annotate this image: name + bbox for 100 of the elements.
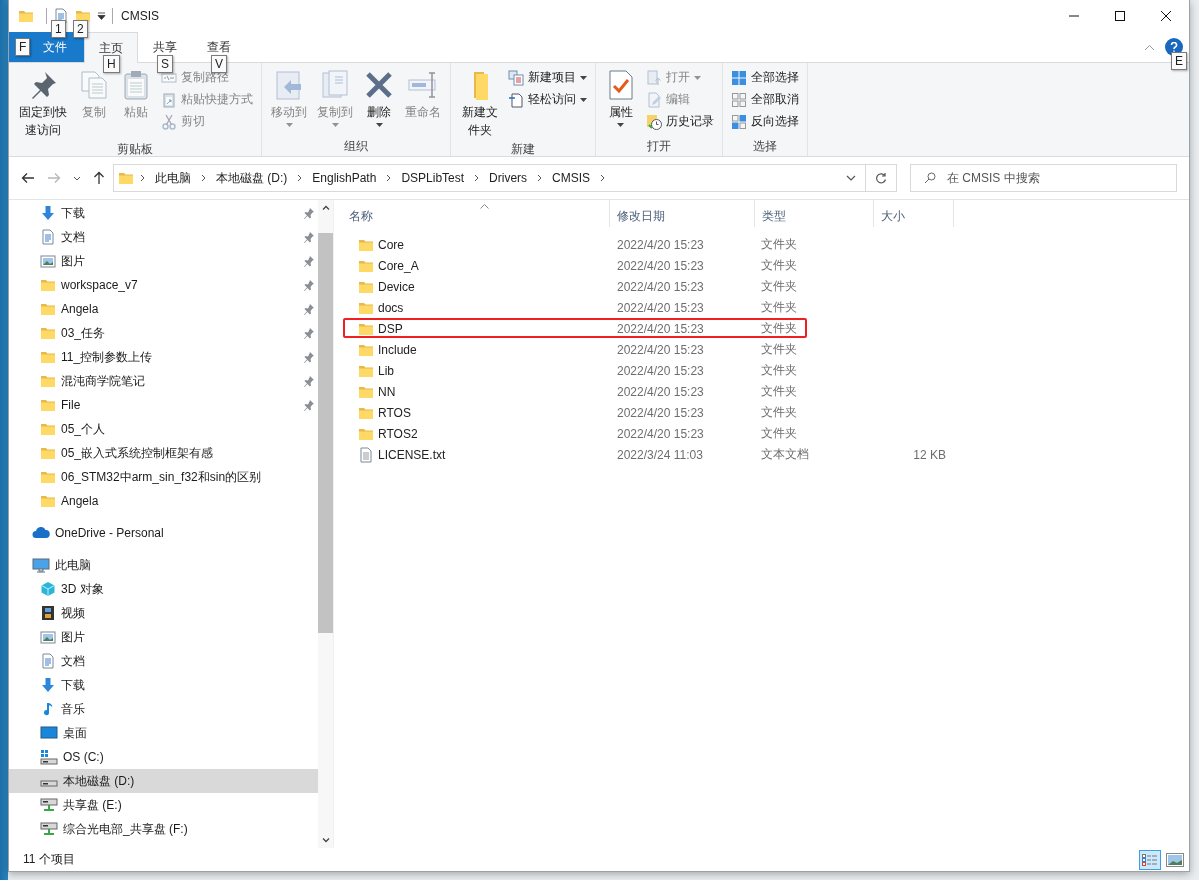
file-row[interactable]: Lib 2022/4/20 15:23 文件夹 xyxy=(342,360,1189,381)
nav-item[interactable]: 本地磁盘 (D:) xyxy=(9,769,318,793)
ribbon-button[interactable]: 历史记录 xyxy=(643,112,716,131)
breadcrumb-item[interactable]: 此电脑 xyxy=(155,169,191,187)
scroll-down-icon xyxy=(321,838,330,843)
key-tip: F xyxy=(15,38,31,56)
close-icon xyxy=(1161,11,1171,21)
file-name: LICENSE.txt xyxy=(378,447,446,462)
breadcrumb-item[interactable]: Drivers xyxy=(489,171,528,185)
file-row[interactable]: LICENSE.txt 2022/3/24 11:03 文本文档 12 KB xyxy=(342,444,1189,465)
nav-item[interactable]: 图片 xyxy=(9,249,318,273)
file-name: RTOS2 xyxy=(378,426,418,441)
monitor-icon xyxy=(32,557,50,573)
nav-item[interactable]: 下载 xyxy=(9,201,318,225)
search-field[interactable]: 在 CMSIS 中搜索 xyxy=(910,164,1177,192)
chevron-icon xyxy=(386,174,392,182)
scroll-up-icon xyxy=(321,205,330,210)
column-header[interactable]: 类型 xyxy=(755,200,874,227)
date-cell-text: 2022/4/20 15:23 xyxy=(616,321,705,336)
file-row[interactable]: docs 2022/4/20 15:23 文件夹 xyxy=(342,297,1189,318)
file-row[interactable]: RTOS 2022/4/20 15:23 文件夹 xyxy=(342,402,1189,423)
breadcrumb-item[interactable]: EnglishPath xyxy=(312,171,377,185)
up-button[interactable] xyxy=(93,171,105,185)
ribbon-button[interactable]: 新建项目 xyxy=(505,68,589,87)
cube-icon xyxy=(40,581,56,597)
chevron-icon xyxy=(201,174,206,182)
file-row[interactable]: Include 2022/4/20 15:23 文件夹 xyxy=(342,339,1189,360)
nav-item[interactable]: 此电脑 xyxy=(9,553,318,577)
nav-item[interactable]: workspace_v7 xyxy=(9,273,318,297)
ribbon-button[interactable]: 反向选择 xyxy=(728,112,801,131)
nav-item[interactable]: OS (C:) xyxy=(9,745,318,769)
screen-icon xyxy=(40,725,58,741)
new-item-icon xyxy=(507,69,524,86)
file-row[interactable]: NN 2022/4/20 15:23 文件夹 xyxy=(342,381,1189,402)
ribbon-button[interactable]: 删除 xyxy=(360,67,399,138)
ribbon-button[interactable]: 固定到快速访问 xyxy=(15,67,72,141)
scrollbar-thumb[interactable] xyxy=(318,233,333,633)
nav-item[interactable]: 3D 对象 xyxy=(9,577,318,601)
key-tip: 2 xyxy=(73,20,88,38)
nav-item[interactable]: 混沌商学院笔记 xyxy=(9,369,318,393)
ribbon-button[interactable]: 轻松访问 xyxy=(505,90,589,109)
dropdown-arrow-icon xyxy=(97,12,106,20)
date-cell-text: 2022/4/20 15:23 xyxy=(616,342,705,357)
size-cell-text: 12 KB xyxy=(912,447,946,462)
breadcrumb-item[interactable]: 本地磁盘 (D:) xyxy=(216,169,288,187)
nav-item[interactable]: 文档 xyxy=(9,225,318,249)
column-header[interactable]: 名称 xyxy=(342,200,610,227)
column-header[interactable]: 修改日期 xyxy=(610,200,755,227)
ribbon-button[interactable]: 全部取消 xyxy=(728,90,801,109)
file-row[interactable]: Core 2022/4/20 15:23 文件夹 xyxy=(342,234,1189,255)
text-file-icon xyxy=(358,446,374,463)
date-cell-text: 2022/4/20 15:23 xyxy=(616,279,705,294)
key-tip: 1 xyxy=(51,20,66,38)
file-row[interactable]: Device 2022/4/20 15:23 文件夹 xyxy=(342,276,1189,297)
question-mark-icon xyxy=(1170,42,1178,52)
nav-item[interactable]: Angela xyxy=(9,489,318,513)
nav-item[interactable]: 图片 xyxy=(9,625,318,649)
group-label: 选择 xyxy=(751,138,778,155)
arrow-up-icon xyxy=(93,171,105,185)
nav-item[interactable]: 共享盘 (E:) xyxy=(9,793,318,817)
column-header[interactable]: 大小 xyxy=(874,200,954,227)
nav-item[interactable]: 下载 xyxy=(9,673,318,697)
refresh-icon xyxy=(875,172,887,184)
recent-locations-button[interactable] xyxy=(73,175,81,181)
type-cell-text: 文件夹 xyxy=(760,404,798,421)
file-row[interactable]: RTOS2 2022/4/20 15:23 文件夹 xyxy=(342,423,1189,444)
nav-item[interactable]: 05_嵌入式系统控制框架有感 xyxy=(9,441,318,465)
ribbon-button[interactable]: 属性 xyxy=(601,67,640,138)
folder-icon xyxy=(40,373,56,389)
scrollbar[interactable] xyxy=(318,200,333,848)
drive-icon xyxy=(40,749,58,765)
refresh-button[interactable] xyxy=(866,164,897,192)
view-button[interactable] xyxy=(1139,849,1161,870)
nav-item[interactable]: OneDrive - Personal xyxy=(9,521,318,545)
nav-item[interactable]: 06_STM32中arm_sin_f32和sin的区别 xyxy=(9,465,318,489)
nav-item[interactable]: 11_控制参数上传 xyxy=(9,345,318,369)
nav-item[interactable]: 桌面 xyxy=(9,721,318,745)
file-name: NN xyxy=(378,384,396,399)
nav-item[interactable]: 05_个人 xyxy=(9,417,318,441)
nav-item[interactable]: 文档 xyxy=(9,649,318,673)
nav-item[interactable]: File xyxy=(9,393,318,417)
breadcrumb-item[interactable]: CMSIS xyxy=(552,171,591,185)
file-row[interactable]: Core_A 2022/4/20 15:23 文件夹 xyxy=(342,255,1189,276)
ribbon-button[interactable]: 新建文件夹 xyxy=(457,67,502,141)
nav-item[interactable]: 音乐 xyxy=(9,697,318,721)
item-count: 11 个项目 xyxy=(23,851,75,868)
file-row[interactable]: DSP 2022/4/20 15:23 文件夹 xyxy=(342,318,1189,339)
chevron-icon xyxy=(474,174,480,182)
file-name: Core xyxy=(378,237,404,252)
ribbon-button[interactable]: 全部选择 xyxy=(728,68,801,87)
nav-item[interactable]: 视频 xyxy=(9,601,318,625)
cloud-icon xyxy=(32,525,50,541)
nav-item[interactable]: 03_任务 xyxy=(9,321,318,345)
nav-item[interactable]: 综合光电部_共享盘 (F:) xyxy=(9,817,318,841)
nav-item[interactable]: Angela xyxy=(9,297,318,321)
address-field[interactable]: 此电脑 本地磁盘 (D:) EnglishPath DSPLibTest Drivers CMSIS xyxy=(113,164,866,192)
back-button[interactable] xyxy=(21,172,35,184)
breadcrumb-item[interactable]: DSPLibTest xyxy=(401,171,465,185)
folder-icon xyxy=(18,8,34,24)
group-label: 打开 xyxy=(645,138,672,155)
